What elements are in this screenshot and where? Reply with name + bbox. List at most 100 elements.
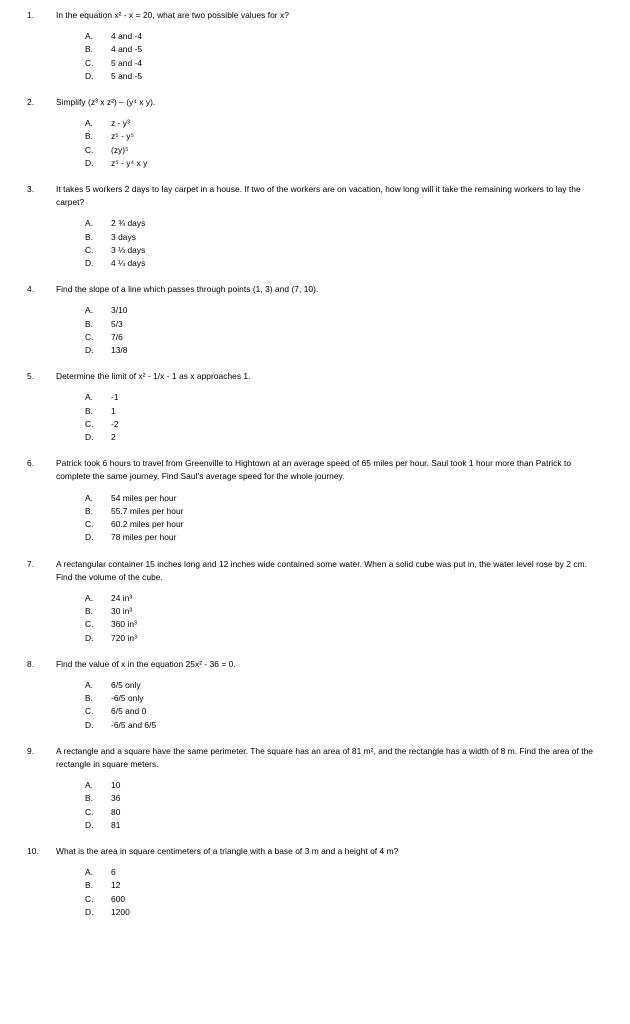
- option-text: 36: [111, 793, 121, 804]
- option-text: 55.7 miles per hour: [111, 505, 184, 516]
- option-list: A. 3/10 B. 5/3 C. 7/6 D. 13/8: [56, 304, 603, 357]
- answer-option[interactable]: B. 12: [85, 879, 603, 892]
- question-text: Find the value of x in the equation 25x²…: [56, 658, 236, 669]
- option-text: z - y³: [111, 118, 130, 129]
- answer-option[interactable]: A. 2 ¾ days: [85, 217, 603, 230]
- option-text: 4 ¼ days: [111, 258, 146, 269]
- question-block: 2. Simplify (z³ x z²) – (y⁴ x y). A. z - y³…: [27, 96, 603, 170]
- answer-option[interactable]: C. -2: [85, 418, 603, 431]
- option-list: A. -1 B. 1 C. -2 D. 2: [56, 391, 603, 444]
- answer-option[interactable]: A. 10: [85, 779, 603, 792]
- question-text: Simplify (z³ x z²) – (y⁴ x y).: [56, 97, 156, 108]
- question-block: 4. Find the slope of a line which passes …: [27, 283, 603, 357]
- answer-option[interactable]: B. 3 days: [85, 231, 603, 244]
- option-letter: D.: [85, 532, 94, 543]
- answer-option[interactable]: C. 60.2 miles per hour: [85, 518, 603, 531]
- question-number: 7.: [27, 558, 35, 569]
- option-letter: C.: [85, 806, 94, 817]
- option-list: A. z - y³ B. z⁵ - y⁵ C. (zy)⁵ D. z⁵ - y⁴ x y: [56, 117, 603, 170]
- option-list: A. 2 ¾ days B. 3 days C. 3 ⅓ days D. 4 ¼ days: [56, 217, 603, 270]
- answer-option[interactable]: B. z⁵ - y⁵: [85, 130, 603, 143]
- option-letter: C.: [85, 893, 94, 904]
- option-text: 1200: [111, 906, 130, 917]
- option-text: 4 and -5: [111, 44, 143, 55]
- option-text: 3/10: [111, 305, 128, 316]
- option-letter: A.: [85, 780, 93, 791]
- option-letter: D.: [85, 258, 94, 269]
- option-list: A. 4 and -4 B. 4 and -5 C. 5 and -4 D. 5 and -5: [56, 30, 603, 83]
- option-letter: D.: [85, 719, 94, 730]
- answer-option[interactable]: B. 4 and -5: [85, 43, 603, 56]
- option-letter: B.: [85, 44, 93, 55]
- answer-option[interactable]: C. 5 and -4: [85, 57, 603, 70]
- answer-option[interactable]: D. 5 and -5: [85, 70, 603, 83]
- option-letter: D.: [85, 906, 94, 917]
- option-text: 54 miles per hour: [111, 492, 177, 503]
- answer-option[interactable]: A. 6: [85, 866, 603, 879]
- option-text: 60.2 miles per hour: [111, 519, 184, 530]
- answer-option[interactable]: D. 13/8: [85, 344, 603, 357]
- option-text: 3 ⅓ days: [111, 244, 146, 255]
- answer-option[interactable]: A. 3/10: [85, 304, 603, 317]
- option-letter: A.: [85, 305, 93, 316]
- option-text: 7/6: [111, 331, 123, 342]
- answer-option[interactable]: B. 55.7 miles per hour: [85, 505, 603, 518]
- answer-option[interactable]: C. (zy)⁵: [85, 144, 603, 157]
- answer-option[interactable]: B. 1: [85, 405, 603, 418]
- option-text: 10: [111, 780, 121, 791]
- answer-option[interactable]: A. 6/5 only: [85, 679, 603, 692]
- answer-option[interactable]: D. 1200: [85, 906, 603, 919]
- answer-option[interactable]: D. 78 miles per hour: [85, 531, 603, 544]
- option-letter: B.: [85, 880, 93, 891]
- answer-option[interactable]: A. 24 in³: [85, 592, 603, 605]
- option-text: 6: [111, 867, 116, 878]
- option-text: -6/5 only: [111, 693, 144, 704]
- answer-option[interactable]: D. 81: [85, 819, 603, 832]
- answer-option[interactable]: C. 80: [85, 806, 603, 819]
- option-text: z⁵ - y⁵: [111, 131, 135, 142]
- answer-option[interactable]: A. 4 and -4: [85, 30, 603, 43]
- question-text: It takes 5 workers 2 days to lay carpet …: [56, 184, 581, 208]
- answer-option[interactable]: A. z - y³: [85, 117, 603, 130]
- option-letter: C.: [85, 144, 94, 155]
- option-letter: D.: [85, 157, 94, 168]
- answer-option[interactable]: D. 2: [85, 431, 603, 444]
- option-letter: D.: [85, 432, 94, 443]
- answer-option[interactable]: D. -6/5 and 6/5: [85, 719, 603, 732]
- question-block: 1. In the equation x² - x = 20, what are …: [27, 9, 603, 83]
- answer-option[interactable]: D. z⁵ - y⁴ x y: [85, 157, 603, 170]
- option-text: 2 ¾ days: [111, 218, 146, 229]
- answer-option[interactable]: A. -1: [85, 391, 603, 404]
- option-text: -2: [111, 418, 119, 429]
- answer-option[interactable]: D. 720 in³: [85, 632, 603, 645]
- answer-option[interactable]: C. 600: [85, 893, 603, 906]
- option-letter: D.: [85, 819, 94, 830]
- answer-option[interactable]: C. 3 ⅓ days: [85, 244, 603, 257]
- answer-option[interactable]: B. 36: [85, 792, 603, 805]
- option-text: 30 in³: [111, 606, 133, 617]
- answer-option[interactable]: C. 7/6: [85, 331, 603, 344]
- answer-option[interactable]: C. 360 in³: [85, 618, 603, 631]
- answer-option[interactable]: A. 54 miles per hour: [85, 492, 603, 505]
- option-text: 81: [111, 819, 121, 830]
- document-page: 1. In the equation x² - x = 20, what are …: [0, 0, 630, 1024]
- question-block: 5. Determine the limit of x² - 1/x - 1 as…: [27, 370, 603, 444]
- answer-option[interactable]: B. -6/5 only: [85, 692, 603, 705]
- option-letter: D.: [85, 345, 94, 356]
- option-list: A. 54 miles per hour B. 55.7 miles per hour…: [56, 492, 603, 545]
- option-text: 600: [111, 893, 126, 904]
- question-number: 4.: [27, 284, 35, 295]
- answer-option[interactable]: B. 5/3: [85, 318, 603, 331]
- answer-option[interactable]: C. 6/5 and 0: [85, 705, 603, 718]
- option-list: A. 24 in³ B. 30 in³ C. 360 in³ D. 720 in³: [56, 592, 603, 645]
- question-text: A rectangle and a square have the same p…: [56, 745, 593, 769]
- option-text: z⁵ - y⁴ x y: [111, 157, 148, 168]
- answer-option[interactable]: D. 4 ¼ days: [85, 257, 603, 270]
- option-text: 2: [111, 432, 116, 443]
- option-text: (zy)⁵: [111, 144, 129, 155]
- option-letter: C.: [85, 57, 94, 68]
- answer-option[interactable]: B. 30 in³: [85, 605, 603, 618]
- question-block: 9. A rectangle and a square have the same…: [27, 745, 603, 832]
- option-letter: B.: [85, 318, 93, 329]
- option-text: 78 miles per hour: [111, 532, 177, 543]
